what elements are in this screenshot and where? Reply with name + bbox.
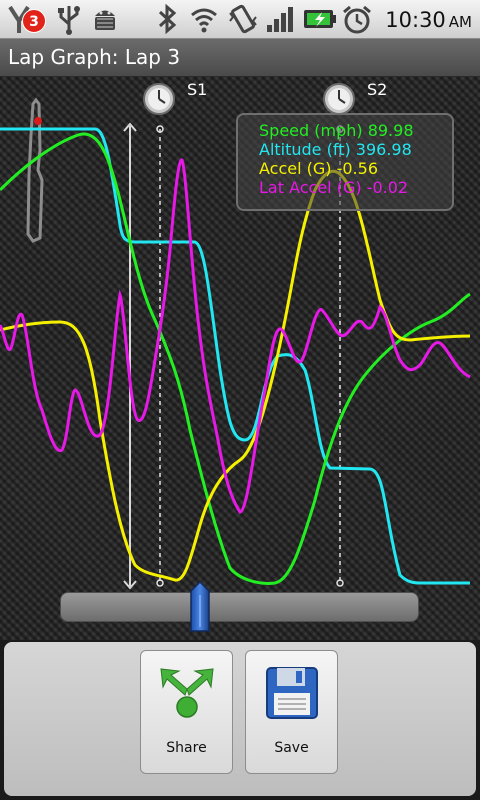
clock: 10:30 AM [385, 4, 472, 36]
save-button[interactable]: Save [245, 650, 338, 774]
status-bar: 3 10:30 AM [0, 0, 480, 39]
data-legend: Speed (mph) 89.98 Altitude (ft) 396.98 A… [236, 113, 454, 211]
share-icon [160, 668, 214, 718]
usb-icon [58, 6, 80, 35]
share-button[interactable]: Share [140, 650, 233, 774]
bluetooth-icon [158, 3, 177, 35]
action-panel [4, 642, 476, 796]
notification-count-badge: 3 [22, 9, 46, 33]
battery-charging-icon [304, 10, 336, 28]
vibrate-icon [229, 4, 257, 34]
legend-speed: Speed (mph) 89.98 [259, 121, 414, 140]
signal-icon [267, 7, 293, 32]
lap-position-slider[interactable] [60, 592, 419, 622]
android-debug-icon [95, 10, 115, 30]
slider-thumb[interactable] [189, 581, 211, 633]
lap-graph-screen: 3 10:30 AM Lap Graph: Lap 3 S1 S2 Speed … [0, 0, 480, 800]
alarm-icon [343, 5, 371, 34]
clock-time: 10:30 [385, 8, 446, 32]
floppy-disk-icon [266, 667, 318, 719]
split-s1-stopwatch-icon[interactable] [143, 83, 175, 115]
save-button-label: Save [274, 740, 309, 756]
title-bar: Lap Graph: Lap 3 [0, 39, 480, 77]
legend-lat-accel: Lat Accel (G) -0.02 [259, 178, 409, 197]
page-title: Lap Graph: Lap 3 [8, 45, 181, 69]
share-button-label: Share [166, 740, 207, 756]
clock-ampm: AM [448, 13, 472, 31]
track-position-marker [34, 117, 42, 125]
split-label-s1: S1 [187, 80, 208, 99]
legend-accel: Accel (G) -0.56 [259, 159, 378, 178]
wifi-icon [191, 8, 217, 33]
legend-altitude: Altitude (ft) 396.98 [259, 140, 412, 159]
split-s2-stopwatch-icon[interactable] [323, 83, 355, 115]
split-label-s2: S2 [367, 80, 388, 99]
accel-trace [0, 169, 471, 582]
